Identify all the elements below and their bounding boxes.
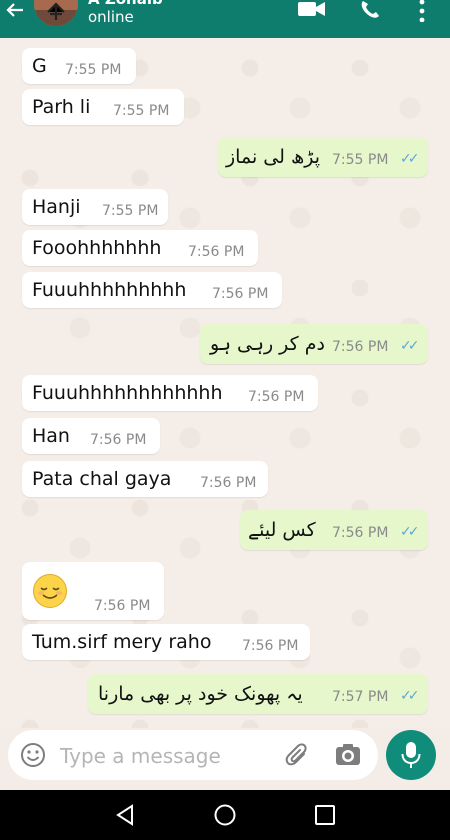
system-nav-bar — [0, 790, 450, 840]
message-text: Fuuuhhhhhhhhhhhh — [32, 382, 223, 404]
message-time: 7:56 PM — [94, 598, 151, 614]
message-bubble-incoming[interactable]: Hanji 7:55 PM — [22, 189, 168, 225]
read-ticks-icon: ✓✓ — [400, 151, 420, 167]
message-time: 7:55 PM — [113, 103, 170, 119]
message-bubble-outgoing[interactable]: یہ پھونک خود پر بھی مارنا 7:57 PM ✓✓ — [88, 674, 428, 714]
message-time: 7:56 PM — [332, 525, 389, 541]
message-text: Pata chal gaya — [32, 468, 172, 490]
voice-record-button[interactable] — [386, 730, 436, 780]
chat-header: A Zohaib online — [0, 0, 450, 38]
message-bubble-incoming[interactable]: 7:56 PM — [22, 562, 164, 620]
message-time: 7:55 PM — [65, 62, 122, 78]
message-bubble-outgoing[interactable]: کس لیئے 7:56 PM ✓✓ — [240, 510, 428, 550]
message-composer — [8, 730, 378, 780]
message-bubble-incoming[interactable]: Tum.sirf mery raho 7:56 PM — [22, 624, 310, 660]
message-time: 7:56 PM — [212, 286, 269, 302]
camera-icon[interactable] — [334, 742, 362, 768]
chat-area[interactable]: G 7:55 PM Parh li 7:55 PM پڑھ لی نماز 7:… — [0, 38, 450, 728]
microphone-icon — [401, 742, 421, 768]
message-time: 7:57 PM — [332, 689, 389, 705]
arrow-left-icon[interactable] — [4, 0, 26, 22]
message-bubble-incoming[interactable]: Han 7:56 PM — [22, 418, 160, 454]
message-text: Han — [32, 425, 70, 447]
relieved-face-emoji-icon — [33, 574, 67, 608]
read-ticks-icon: ✓✓ — [400, 338, 420, 354]
message-text: Fooohhhhhhh — [32, 237, 162, 259]
message-bubble-incoming[interactable]: Fuuuhhhhhhhhhhhh 7:56 PM — [22, 375, 318, 411]
message-text: پڑھ لی نماز — [226, 146, 320, 168]
message-time: 7:56 PM — [188, 244, 245, 260]
message-time: 7:56 PM — [332, 339, 389, 355]
nav-back-icon[interactable] — [112, 802, 138, 828]
paperclip-icon[interactable] — [284, 742, 310, 768]
message-input[interactable] — [60, 742, 270, 770]
message-time: 7:55 PM — [332, 152, 389, 168]
message-text: Fuuuhhhhhhhhh — [32, 279, 187, 301]
phone-icon[interactable] — [358, 0, 382, 22]
nav-home-icon[interactable] — [212, 802, 238, 828]
message-time: 7:56 PM — [90, 432, 147, 448]
message-text: Hanji — [32, 196, 81, 218]
message-text: G — [32, 55, 47, 77]
message-bubble-outgoing[interactable]: پڑھ لی نماز 7:55 PM ✓✓ — [218, 137, 428, 177]
message-time: 7:56 PM — [200, 475, 257, 491]
message-bubble-incoming[interactable]: Parh li 7:55 PM — [22, 89, 184, 125]
message-bubble-outgoing[interactable]: دم کر رہی ہو 7:56 PM ✓✓ — [200, 324, 428, 364]
message-bubble-incoming[interactable]: G 7:55 PM — [22, 48, 136, 84]
message-time: 7:56 PM — [242, 638, 299, 654]
message-text: Parh li — [32, 96, 91, 118]
read-ticks-icon: ✓✓ — [400, 524, 420, 540]
avatar[interactable] — [34, 0, 78, 26]
message-text: کس لیئے — [248, 519, 316, 541]
contact-name[interactable]: A Zohaib — [88, 0, 163, 8]
more-vert-icon[interactable] — [417, 0, 427, 22]
emoji-icon[interactable] — [20, 742, 46, 768]
message-time: 7:56 PM — [248, 389, 305, 405]
message-bubble-incoming[interactable]: Fuuuhhhhhhhhh 7:56 PM — [22, 272, 282, 308]
read-ticks-icon: ✓✓ — [400, 688, 420, 704]
message-text: یہ پھونک خود پر بھی مارنا — [98, 683, 303, 705]
message-bubble-incoming[interactable]: Pata chal gaya 7:56 PM — [22, 461, 268, 497]
message-time: 7:55 PM — [102, 203, 159, 219]
message-bubble-incoming[interactable]: Fooohhhhhhh 7:56 PM — [22, 230, 258, 266]
message-text: دم کر رہی ہو — [210, 333, 325, 355]
video-call-icon[interactable] — [297, 0, 327, 22]
nav-recent-icon[interactable] — [312, 802, 338, 828]
message-text: Tum.sirf mery raho — [32, 631, 212, 653]
contact-status: online — [88, 8, 134, 26]
